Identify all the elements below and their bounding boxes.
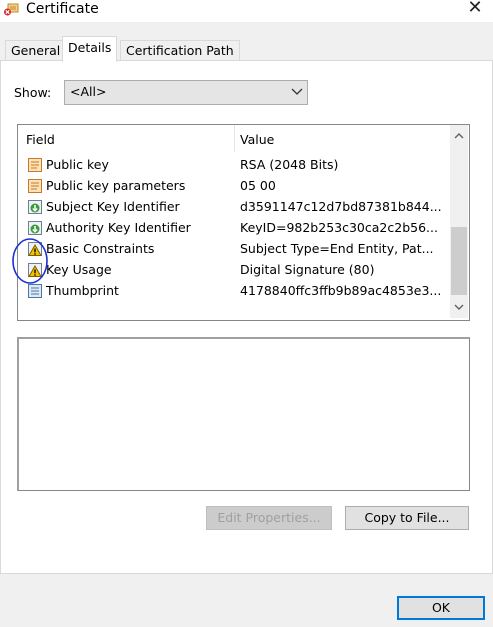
field-name: Key Usage (46, 262, 112, 277)
critical-extension-warning-icon (28, 242, 42, 256)
field-name: Public key parameters (46, 178, 186, 193)
field-value: 4178840ffc3ffb9b89ac4853e3... (240, 283, 442, 298)
thumbprint-icon (28, 284, 42, 298)
close-icon[interactable]: ✕ (466, 0, 484, 18)
tab-details[interactable]: Details (62, 36, 118, 62)
show-dropdown-value: <All> (70, 84, 107, 99)
field-name: Basic Constraints (46, 241, 155, 256)
tab-certification-path[interactable]: Certification Path (120, 40, 240, 61)
copy-to-file-button[interactable]: Copy to File... (345, 506, 469, 530)
list-item[interactable]: Thumbprint 4178840ffc3ffb9b89ac4853e3... (18, 281, 450, 302)
scroll-up-arrow-icon[interactable] (453, 130, 465, 142)
column-header-value[interactable]: Value (240, 132, 274, 147)
field-value: KeyID=982b253c30ca2c2b56... (240, 220, 438, 235)
list-item[interactable]: Basic Constraints Subject Type=End Entit… (18, 239, 450, 260)
certificate-property-icon (28, 158, 42, 172)
column-divider[interactable] (234, 125, 235, 152)
field-name: Subject Key Identifier (46, 199, 180, 214)
field-name: Authority Key Identifier (46, 220, 191, 235)
scrollbar-thumb[interactable] (451, 227, 467, 295)
field-value: Subject Type=End Entity, Pat... (240, 241, 434, 256)
window-title: Certificate (26, 1, 99, 17)
tab-general[interactable]: General (5, 40, 67, 61)
field-value: Digital Signature (80) (240, 262, 375, 277)
chevron-down-icon (291, 88, 303, 95)
column-header-field[interactable]: Field (26, 132, 55, 147)
list-item[interactable]: Key Usage Digital Signature (80) (18, 260, 450, 281)
field-name: Public key (46, 157, 109, 172)
field-value: RSA (2048 Bits) (240, 157, 339, 172)
extension-icon (28, 200, 42, 214)
list-item[interactable]: Public key parameters 05 00 (18, 176, 450, 197)
extension-icon (28, 221, 42, 235)
list-item[interactable]: Subject Key Identifier d3591147c12d7bd87… (18, 197, 450, 218)
show-dropdown[interactable]: <All> (64, 80, 308, 105)
show-label: Show: (14, 85, 52, 100)
certificate-app-icon (4, 3, 19, 16)
field-name: Thumbprint (46, 283, 119, 298)
edit-properties-button[interactable]: Edit Properties... (206, 506, 332, 530)
ok-button[interactable]: OK (397, 596, 485, 620)
title-bar: Certificate ✕ (0, 0, 493, 22)
list-item[interactable]: Authority Key Identifier KeyID=982b253c3… (18, 218, 450, 239)
field-value: 05 00 (240, 178, 276, 193)
list-header: Field Value (18, 125, 451, 152)
field-value: d3591147c12d7bd87381b844... (240, 199, 442, 214)
fields-list[interactable]: Field Value Public key RSA (2048 Bits) P… (17, 124, 470, 321)
scroll-down-arrow-icon[interactable] (453, 301, 465, 313)
vertical-scrollbar[interactable] (450, 125, 468, 318)
critical-extension-warning-icon (28, 263, 42, 277)
certificate-property-icon (28, 179, 42, 193)
field-detail-textbox[interactable] (17, 337, 470, 491)
list-item[interactable]: Public key RSA (2048 Bits) (18, 155, 450, 176)
